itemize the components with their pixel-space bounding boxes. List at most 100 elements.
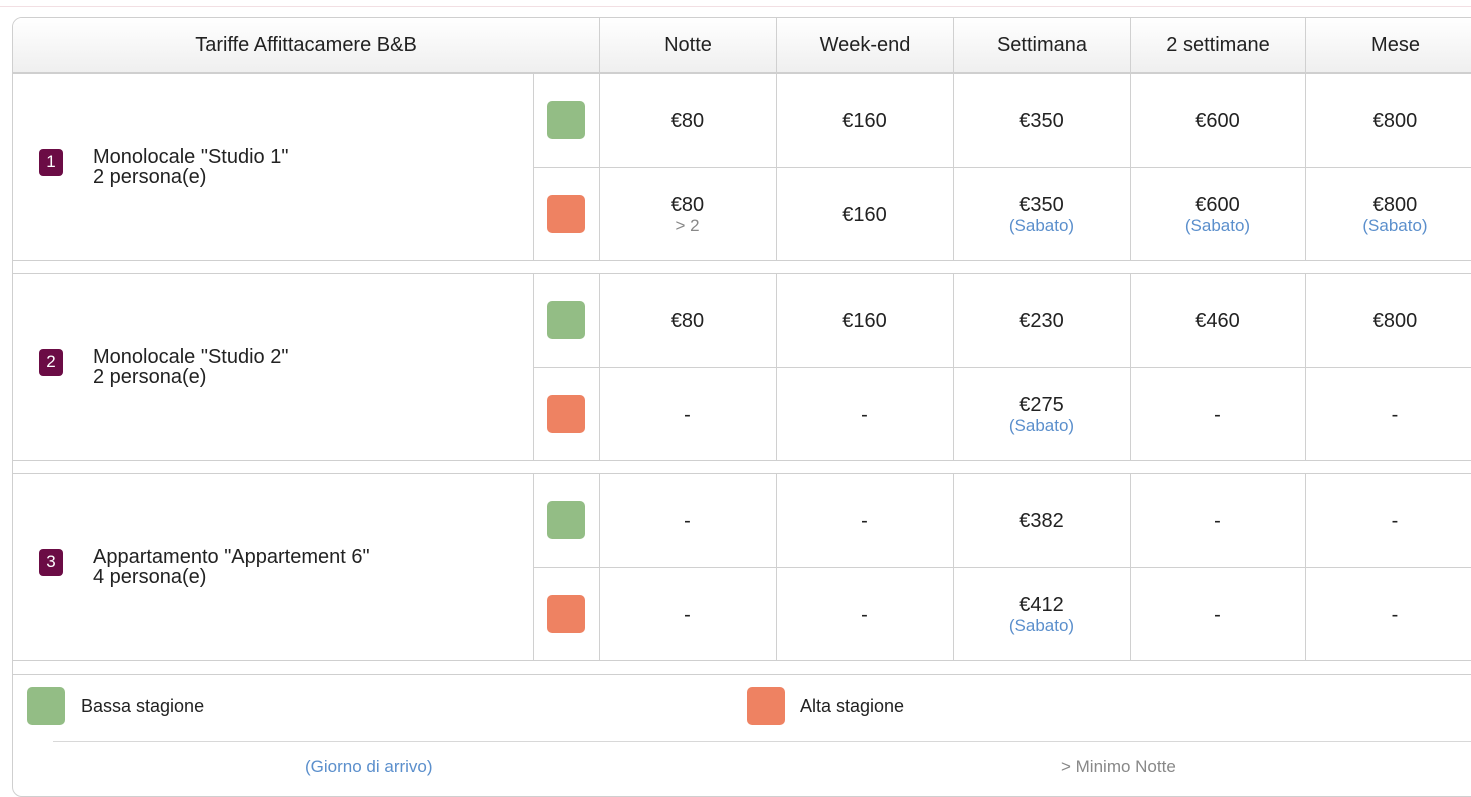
rate-price: - — [1391, 509, 1399, 532]
rate-price: €230 — [1019, 309, 1064, 332]
rate-cell-low-week-end: - — [776, 474, 953, 567]
low-season-swatch — [27, 687, 65, 725]
rate-price: - — [684, 403, 691, 426]
column-header-notte: Notte — [599, 18, 776, 73]
rate-cell-low-notte: - — [599, 474, 776, 567]
rate-price: - — [861, 509, 868, 532]
rate-price: €600 — [1195, 193, 1240, 216]
table-title: Tariffe Affittacamere B&B — [195, 34, 417, 56]
rate-cell-high-week-end: - — [776, 368, 953, 461]
rate-price: €80 — [670, 309, 705, 332]
room-name: Appartamento "Appartement 6" — [93, 546, 370, 568]
high-season-swatch — [547, 395, 585, 433]
rate-cell-low-week-end: €160 — [776, 274, 953, 367]
rate-price: - — [1214, 603, 1221, 626]
high-season-swatch — [747, 687, 785, 725]
rate-price: €350 — [1019, 109, 1064, 132]
rate-price: €412 — [1019, 593, 1064, 616]
room-block-2: 2 Monolocale "Studio 2" 2 persona(e) €80… — [13, 273, 1471, 461]
room-text: Appartamento "Appartement 6" 4 persona(e… — [93, 547, 370, 587]
rate-price: - — [1214, 403, 1221, 426]
rate-price: €600 — [1195, 109, 1240, 132]
room-capacity: 2 persona(e) — [93, 166, 207, 188]
room-number: 2 — [46, 352, 56, 371]
rate-cell-high-2-settimane: - — [1130, 368, 1305, 461]
rate-price: €160 — [842, 203, 887, 226]
low-season-swatch — [547, 501, 585, 539]
room-number-badge: 2 — [39, 348, 63, 376]
arrival-day-note: (Giorno di arrivo) — [305, 757, 433, 776]
rate-price: - — [861, 603, 868, 626]
column-header-2-settimane: 2 settimane — [1130, 18, 1305, 73]
rate-price: €160 — [842, 109, 887, 132]
arrival-day-note: (Sabato) — [1362, 215, 1428, 235]
rate-cell-low-mese: €800 — [1305, 74, 1471, 167]
room-text: Monolocale "Studio 1" 2 persona(e) — [93, 147, 288, 187]
room-number: 1 — [46, 152, 56, 171]
rate-cell-high-2-settimane: - — [1130, 568, 1305, 661]
room-text: Monolocale "Studio 2" 2 persona(e) — [93, 347, 288, 387]
low-season-swatch — [547, 301, 585, 339]
rate-cell-low-2-settimane: - — [1130, 474, 1305, 567]
rate-cell-high-notte: - — [599, 568, 776, 661]
room-info: 2 Monolocale "Studio 2" 2 persona(e) — [39, 274, 288, 460]
rate-price: €160 — [842, 309, 887, 332]
room-number-badge: 3 — [39, 548, 63, 576]
room-block-1: 1 Monolocale "Studio 1" 2 persona(e) €80… — [13, 73, 1471, 261]
rate-cell-high-settimana: €412 (Sabato) — [953, 568, 1130, 661]
high-season-swatch — [547, 595, 585, 633]
page-top-rule — [0, 6, 1471, 7]
rate-price: €350 — [1019, 193, 1064, 216]
rate-price: €460 — [1195, 309, 1240, 332]
low-season-swatch — [547, 101, 585, 139]
column-header-mese: Mese — [1305, 18, 1471, 73]
rate-cell-high-notte: €80 > 2 — [599, 168, 776, 261]
rate-price: - — [684, 603, 691, 626]
rate-price: - — [1391, 403, 1399, 426]
rate-cell-low-settimana: €350 — [953, 74, 1130, 167]
rate-cell-low-mese: €800 — [1305, 274, 1471, 367]
rate-cell-high-mese: - — [1305, 368, 1471, 461]
table-header: Tariffe Affittacamere B&B Notte Week-end… — [13, 18, 1471, 73]
room-info: 1 Monolocale "Studio 1" 2 persona(e) — [39, 74, 288, 260]
rate-cell-low-2-settimane: €460 — [1130, 274, 1305, 367]
rate-price: - — [1391, 603, 1399, 626]
rate-cell-high-notte: - — [599, 368, 776, 461]
minimum-nights-note: > 2 — [675, 215, 700, 235]
rate-cell-high-week-end: €160 — [776, 168, 953, 261]
rate-price: €80 — [670, 193, 705, 216]
rate-cell-low-settimana: €230 — [953, 274, 1130, 367]
low-season-label: Bassa stagione — [81, 696, 205, 716]
arrival-day-note: (Sabato) — [1184, 215, 1251, 235]
rate-price: €800 — [1372, 193, 1418, 216]
rate-cell-low-notte: €80 — [599, 274, 776, 367]
rate-cell-high-week-end: - — [776, 568, 953, 661]
rate-cell-high-mese: €800 (Sabato) — [1305, 168, 1471, 261]
rate-cell-high-settimana: €350 (Sabato) — [953, 168, 1130, 261]
legend: Bassa stagione Alta stagione (Giorno di … — [13, 674, 1471, 796]
room-info: 3 Appartamento "Appartement 6" 4 persona… — [39, 474, 370, 660]
rate-price: €80 — [670, 109, 705, 132]
room-name: Monolocale "Studio 2" — [93, 346, 289, 368]
rate-cell-high-2-settimane: €600 (Sabato) — [1130, 168, 1305, 261]
arrival-day-note: (Sabato) — [1008, 615, 1075, 635]
room-capacity: 2 persona(e) — [93, 366, 207, 388]
rate-cell-low-2-settimane: €600 — [1130, 74, 1305, 167]
rate-price: €382 — [1019, 509, 1064, 532]
rate-cell-low-settimana: €382 — [953, 474, 1130, 567]
rate-price: €275 — [1019, 393, 1064, 416]
rate-cell-low-notte: €80 — [599, 74, 776, 167]
rate-cell-low-mese: - — [1305, 474, 1471, 567]
room-number-badge: 1 — [39, 148, 63, 176]
minimum-nights-note: > Minimo Notte — [1061, 757, 1176, 776]
rate-price: €800 — [1372, 309, 1418, 332]
arrival-day-note: (Sabato) — [1008, 415, 1075, 435]
legend-divider — [53, 741, 1471, 742]
rate-price: - — [684, 509, 691, 532]
rate-cell-high-mese: - — [1305, 568, 1471, 661]
room-block-3: 3 Appartamento "Appartement 6" 4 persona… — [13, 473, 1471, 661]
column-header-week-end: Week-end — [776, 18, 953, 73]
arrival-day-note: (Sabato) — [1008, 215, 1075, 235]
room-number: 3 — [46, 552, 56, 571]
rate-cell-high-settimana: €275 (Sabato) — [953, 368, 1130, 461]
